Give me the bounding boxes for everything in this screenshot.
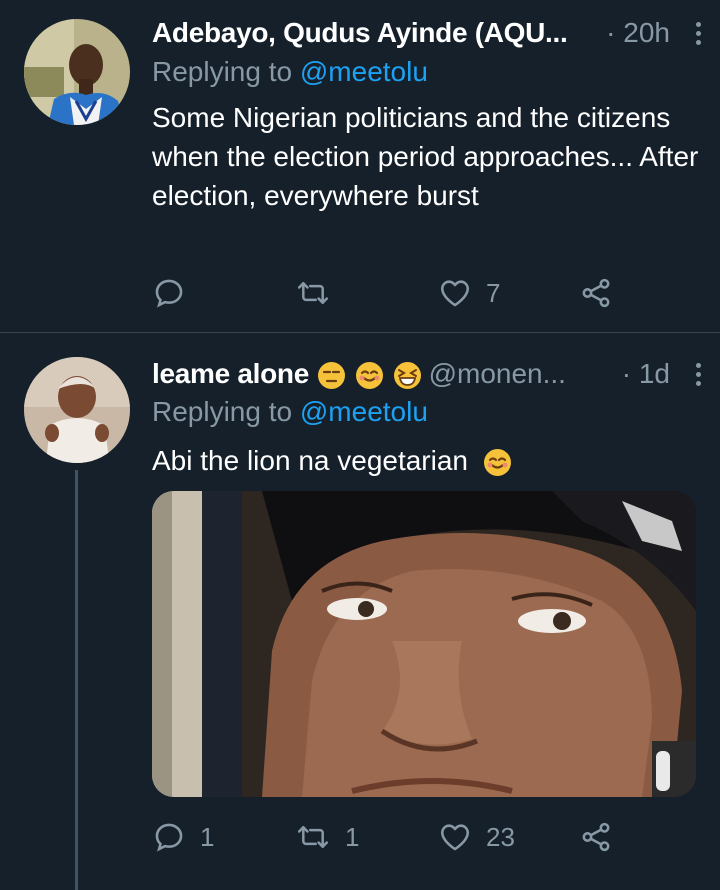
tweet-header: Adebayo, Qudus Ayinde (AQU... · 20h [152, 13, 720, 53]
name-emojis [315, 358, 421, 390]
tweet-image[interactable] [152, 491, 696, 797]
like-count: 23 [486, 821, 515, 852]
thread-line [75, 470, 78, 890]
more-vertical-icon[interactable] [676, 13, 720, 53]
more-vertical-icon[interactable] [676, 354, 720, 394]
reply-icon [155, 279, 183, 308]
smiling-face-icon [483, 449, 511, 477]
reply-count: 1 [200, 821, 215, 852]
like-button[interactable]: 23 [438, 817, 515, 857]
share-button[interactable] [579, 817, 627, 857]
tweet[interactable]: leame alone @monen... · 1d Replying to @… [0, 333, 720, 890]
tweet-header: leame alone @monen... · 1d [152, 354, 720, 394]
display-name[interactable]: leame alone [152, 358, 309, 390]
retweet-button[interactable] [295, 273, 345, 313]
replying-to: Replying to @meetolu [152, 396, 428, 428]
reply-button[interactable] [152, 273, 200, 313]
retweet-count: 1 [345, 821, 360, 852]
reply-button[interactable]: 1 [152, 817, 214, 857]
avatar[interactable] [24, 19, 130, 125]
like-count: 7 [486, 277, 501, 308]
replying-to: Replying to @meetolu [152, 56, 428, 88]
share-button[interactable] [579, 273, 627, 313]
smiling-face-icon [355, 362, 383, 390]
share-icon [582, 822, 610, 852]
replying-to-label: Replying to [152, 56, 300, 87]
tweet[interactable]: Adebayo, Qudus Ayinde (AQU... · 20h Repl… [0, 0, 720, 333]
retweet-button[interactable]: 1 [295, 817, 359, 857]
share-icon [582, 278, 610, 308]
tweet-actions: 1 1 23 [152, 817, 632, 857]
avatar[interactable] [24, 357, 130, 463]
handle[interactable]: @monen... [429, 358, 566, 390]
display-name[interactable]: Adebayo, Qudus Ayinde (AQU... [152, 17, 568, 49]
like-button[interactable]: 7 [438, 273, 500, 313]
timestamp[interactable]: · 1d [622, 358, 676, 390]
grinning-squint-face-icon [393, 362, 421, 390]
replying-to-label: Replying to [152, 396, 300, 427]
mention-link[interactable]: @meetolu [300, 396, 428, 427]
heart-icon [440, 280, 470, 307]
reply-icon [155, 823, 183, 852]
timestamp[interactable]: · 20h [606, 17, 676, 49]
tweet-text: Abi the lion na vegetarian [152, 441, 702, 480]
mention-link[interactable]: @meetolu [300, 56, 428, 87]
tweet-actions: 7 [152, 273, 632, 313]
retweet-icon [297, 282, 329, 304]
unamused-face-icon [318, 362, 346, 390]
tweet-text: Some Nigerian politicians and the citize… [152, 102, 699, 211]
heart-icon [440, 824, 470, 851]
tweet-text-content: Abi the lion na vegetarian [152, 445, 468, 476]
retweet-icon [297, 826, 329, 848]
